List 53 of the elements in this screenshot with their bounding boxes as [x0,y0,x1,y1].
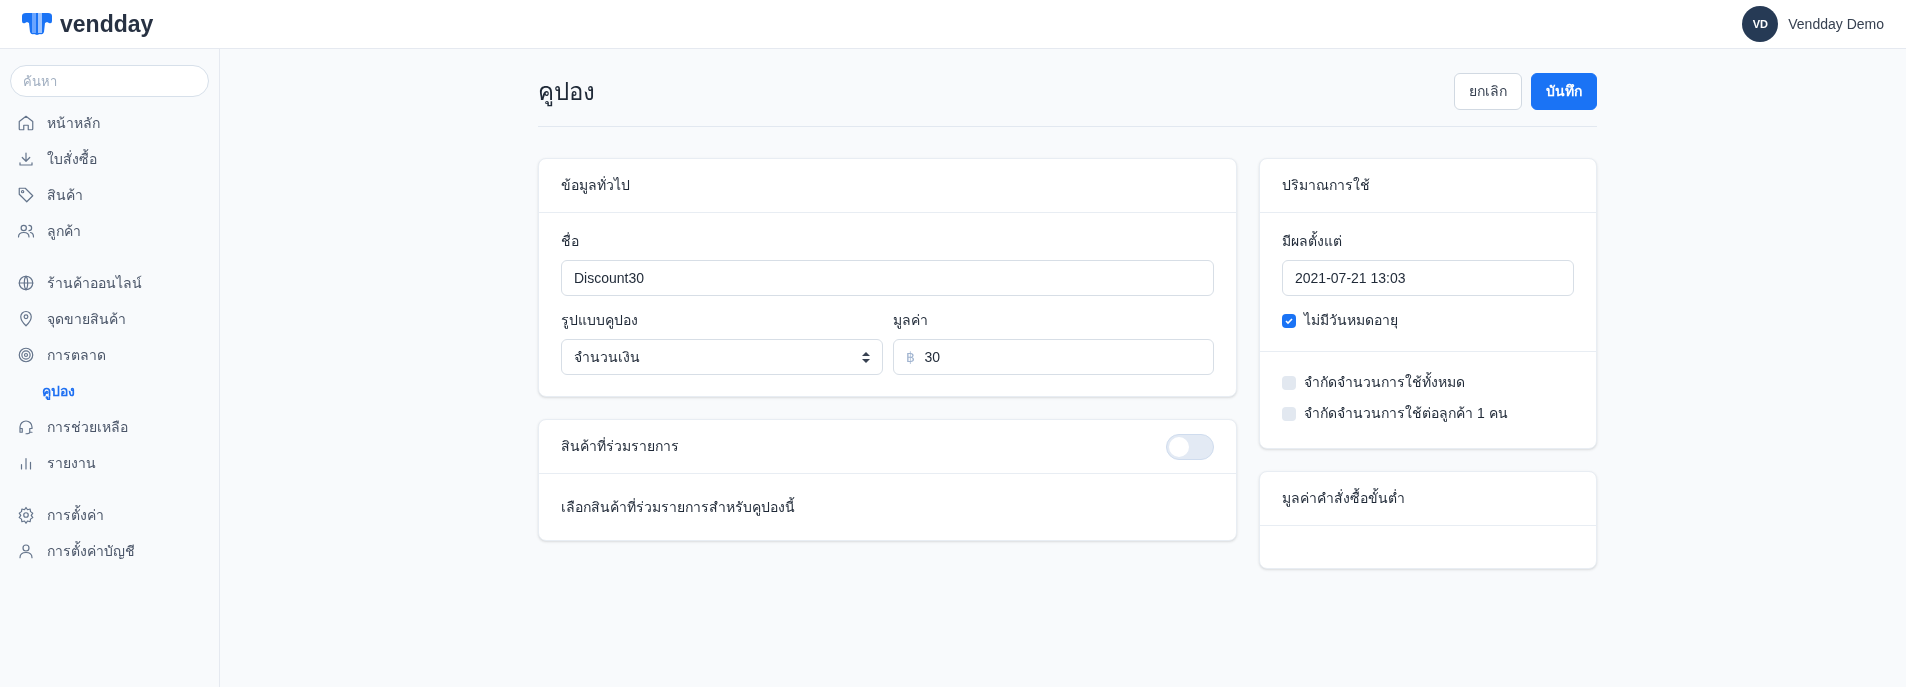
products-hint: เลือกสินค้าที่ร่วมรายการสำหรับคูปองนี้ [561,499,795,515]
page-title: คูปอง [538,76,595,109]
sidebar-item[interactable]: รายงาน [0,445,219,481]
checkbox-label: จำกัดจำนวนการใช้ต่อลูกค้า 1 คน [1304,404,1508,424]
sidebar-item[interactable]: สินค้า [0,177,219,213]
user-avatar[interactable]: VD [1742,6,1779,42]
currency-symbol: ฿ [905,347,915,367]
field-label: ชื่อ [561,231,580,251]
card-title: มูลค่าคำสั่งซื้อขั้นต่ำ [1282,488,1405,509]
check-icon [1284,315,1294,326]
field-label: รูปแบบคูปอง [561,311,639,331]
user-name[interactable]: Vendday Demo [1788,13,1884,35]
save-button[interactable]: บันทึก [1531,73,1597,110]
logo-icon [20,12,54,36]
card-title: ข้อมูลทั่วไป [561,175,630,196]
sidebar-item[interactable]: การตั้งค่าบัญชี [0,533,219,569]
sidebar-subitem[interactable]: คูปอง [0,373,219,409]
sidebar-item[interactable]: การช่วยเหลือ [0,409,219,445]
users-icon [17,222,35,240]
value-input[interactable]: ฿ 30 [892,339,1214,375]
card-title: ปริมาณการใช้ [1282,176,1370,195]
sidebar-item[interactable]: ร้านค้าออนไลน์ [0,265,219,301]
target-icon [17,346,35,364]
sidebar-item[interactable]: การตั้งค่า [0,497,219,533]
sidebar-item[interactable]: ใบสั่งซื้อ [0,141,219,177]
sidebar-item[interactable]: จุดขายสินค้า [0,301,219,337]
brand-name: vendday [60,9,154,39]
coupon-type-select[interactable]: จำนวนเงิน [561,339,883,375]
search-field[interactable]: ค้นหา [10,65,209,97]
settings-icon [17,506,35,524]
checkbox[interactable] [1282,313,1296,328]
checkbox[interactable] [1282,406,1296,421]
card-title: สินค้าที่ร่วมรายการ [561,436,679,456]
cancel-button[interactable]: ยกเลิก [1454,73,1522,110]
field-label: มีผลตั้งแต่ [1282,231,1343,251]
download-icon [17,150,35,168]
start-date-input[interactable]: 2021-07-21 13:03 [1282,260,1574,296]
checkbox[interactable] [1282,375,1296,390]
toggle-switch[interactable] [1166,433,1214,460]
user-icon [17,542,35,560]
sidebar-item[interactable]: การตลาด [0,337,219,373]
checkbox-label: จำกัดจำนวนการใช้ทั้งหมด [1304,372,1465,392]
location-pin-icon [17,310,35,328]
headset-icon [17,418,35,436]
sidebar-item[interactable]: ลูกค้า [0,213,219,249]
select-arrows-icon [861,351,870,363]
name-input[interactable]: Discount30 [561,260,1214,296]
tag-icon [17,186,35,204]
home-icon [17,114,35,132]
checkbox-label: ไม่มีวันหมดอายุ [1304,311,1398,331]
sidebar-item[interactable]: หน้าหลัก [0,105,219,141]
field-label: มูลค่า [892,311,929,331]
globe-icon [17,274,35,292]
